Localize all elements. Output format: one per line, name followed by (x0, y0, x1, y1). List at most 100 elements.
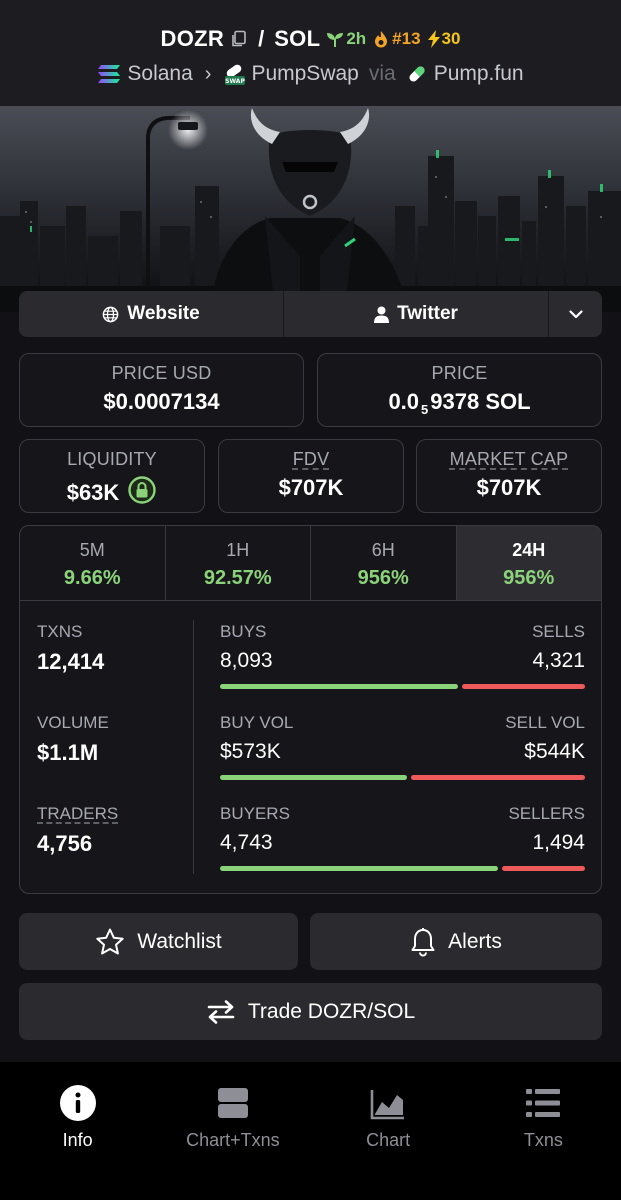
nav-txns[interactable]: Txns (466, 1062, 621, 1200)
traders-value: 4,756 (37, 831, 93, 856)
tab-1h[interactable]: 1H 92.57% (164, 526, 311, 600)
split-view-icon (214, 1084, 252, 1122)
buy-vol-bar-fill (220, 775, 408, 780)
quote-symbol: SOL (274, 26, 321, 51)
fdv-label[interactable]: FDV (293, 449, 330, 469)
buy-vol-label: BUY VOL (220, 713, 294, 732)
liquidity-value: $63K (66, 480, 120, 505)
market-cap-label[interactable]: MARKET CAP (450, 449, 569, 469)
volume-label: VOLUME (37, 713, 109, 732)
base-symbol: DOZR (160, 26, 225, 51)
liquidity-card: LIQUIDITY $63K (19, 439, 205, 513)
stats-totals: TXNS 12,414 VOLUME $1.1M TRADERS 4,756 (37, 622, 187, 893)
price-native-value: 0.0 59378 SOL (318, 389, 601, 417)
copy-icon[interactable] (230, 30, 248, 48)
trading-stats-panel: 5M 9.66% 1H 92.57% 6H 956% 24H 956% TXNS… (19, 525, 602, 894)
nav-info[interactable]: Info (0, 1062, 155, 1200)
info-icon (59, 1084, 97, 1122)
trending-rank[interactable]: #13 (372, 29, 421, 49)
price-native-zeros: 5 (421, 402, 429, 417)
price-change: 92.57% (203, 567, 272, 589)
nav-label: Info (62, 1130, 93, 1150)
stats-breakdown: BUYS SELLS 8,093 4,321 BUY VOL SELL VOL $57… (220, 622, 585, 893)
watchlist-button[interactable]: Watchlist (19, 913, 298, 970)
swap-arrows-icon (207, 999, 235, 1024)
tab-6h[interactable]: 6H 956% (310, 526, 456, 600)
nav-chart-txns[interactable]: Chart+Txns (155, 1062, 310, 1200)
liquidity-value-row: $63K (20, 475, 204, 511)
buy-vol-value: $573K (220, 740, 281, 763)
pair-breadcrumb: Solana › SWAP PumpSwap via Pump.fun (0, 62, 621, 86)
pair-header: DOZR / SOL 2h #13 30 Solana › SWAP PumpS… (0, 0, 621, 106)
tab-5m[interactable]: 5M 9.66% (20, 526, 165, 600)
txns-label: TXNS (37, 622, 83, 641)
twitter-button[interactable]: Twitter (283, 291, 548, 337)
fdv-card: FDV $707K (218, 439, 404, 513)
buy-sell-volume-stat: BUY VOL SELL VOL $573K $544K (220, 713, 585, 804)
sells-bar-fill (461, 684, 585, 689)
website-label: Website (127, 303, 200, 324)
flame-icon (375, 31, 388, 48)
price-native-prefix: 0.0 (388, 389, 420, 414)
boost-count[interactable]: 30 (427, 29, 461, 49)
buyers-sellers-bar (220, 866, 585, 871)
pair-age-value: 2h (346, 29, 367, 48)
pair-age: 2h (326, 29, 366, 49)
twitter-label: Twitter (397, 303, 458, 324)
trending-rank-value: #13 (392, 29, 421, 48)
nav-label: Chart+Txns (186, 1130, 280, 1150)
launchpad-name[interactable]: Pump.fun (434, 62, 524, 86)
buys-label: BUYS (220, 622, 267, 641)
trade-label: Trade DOZR/SOL (247, 999, 416, 1023)
price-native-card: PRICE 0.0 59378 SOL (317, 353, 602, 427)
token-banner (0, 106, 621, 312)
alerts-button[interactable]: Alerts (310, 913, 602, 970)
pair-slash: / (258, 26, 265, 51)
price-change: 956% (357, 567, 409, 589)
chevron-down-icon (568, 309, 583, 318)
buyers-bar-fill (220, 866, 498, 871)
nav-label: Txns (523, 1130, 563, 1150)
bull-mascot-image (0, 106, 621, 312)
person-icon (374, 306, 390, 323)
timeframe-tabs: 5M 9.66% 1H 92.57% 6H 956% 24H 956% (20, 526, 601, 601)
tab-label: 5M (79, 540, 105, 560)
sellers-bar-fill (501, 866, 585, 871)
txns-value: 12,414 (37, 649, 105, 674)
fdv-value: $707K (278, 475, 344, 500)
price-change: 956% (503, 567, 555, 589)
stats-divider (193, 620, 194, 874)
nav-chart[interactable]: Chart (311, 1062, 466, 1200)
price-usd-label: PRICE USD (111, 363, 212, 383)
website-button[interactable]: Website (19, 291, 283, 337)
tab-24h[interactable]: 24H 956% (455, 526, 601, 600)
sells-label: SELLS (532, 622, 585, 641)
dex-name[interactable]: PumpSwap (251, 62, 358, 86)
traders-label[interactable]: TRADERS (37, 804, 118, 823)
buys-sells-bar (220, 684, 585, 689)
buys-value: 8,093 (220, 649, 273, 672)
tab-label: 24H (512, 540, 546, 560)
boost-count-value: 30 (441, 29, 461, 48)
chain-name[interactable]: Solana (127, 62, 192, 86)
buys-bar-fill (220, 684, 458, 689)
price-usd-card: PRICE USD $0.0007134 (19, 353, 304, 427)
solana-icon (97, 64, 121, 84)
price-native-digits: 9378 SOL (430, 389, 531, 414)
buyers-sellers-stat: BUYERS SELLERS 4,743 1,494 (220, 804, 585, 893)
more-links-button[interactable] (548, 291, 602, 337)
nav-label: Chart (366, 1130, 411, 1150)
bottom-nav: Info Chart+Txns Chart Txns (0, 1062, 621, 1200)
trade-button[interactable]: Trade DOZR/SOL (19, 983, 602, 1040)
lightning-icon (427, 30, 440, 48)
bell-icon (411, 927, 435, 956)
traders-stat: TRADERS 4,756 (37, 804, 187, 893)
lock-icon[interactable] (127, 475, 157, 511)
sell-vol-value: $544K (524, 740, 585, 763)
pill-icon (406, 63, 428, 85)
volume-value: $1.1M (37, 740, 99, 765)
sell-vol-label: SELL VOL (505, 713, 585, 732)
social-links-bar: Website Twitter (19, 291, 602, 337)
price-usd-value: $0.0007134 (103, 389, 220, 414)
list-icon (524, 1084, 562, 1122)
